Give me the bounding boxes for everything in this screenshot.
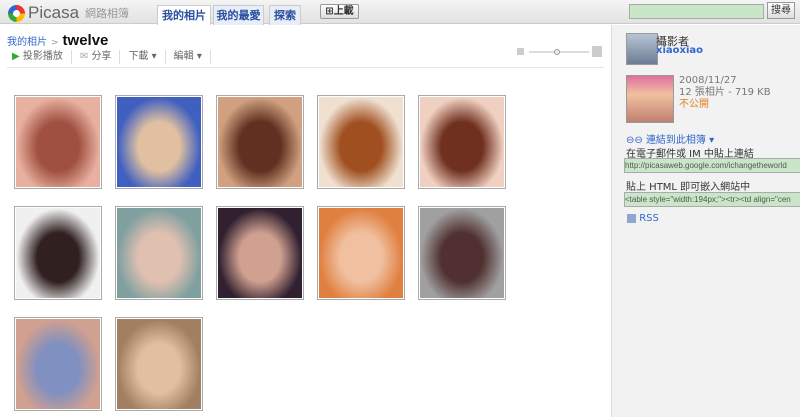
sidebar: 攝影者 xiaoxiao 2008/11/27 12 張相片 - 719 KB … <box>611 25 800 417</box>
album-cover[interactable] <box>626 75 674 123</box>
photo-count: 12 張相片 <box>679 87 725 98</box>
header: Picasa 網路相簿 我的相片 我的最愛 探索 ⊞上載 搜尋 <box>0 0 800 25</box>
avatar[interactable] <box>626 33 658 65</box>
link-to-album-menu[interactable]: ⊖⊖ 連結到此相簿 ▾ <box>626 131 714 146</box>
photo-image <box>319 97 403 187</box>
embed-html-field[interactable] <box>624 192 800 207</box>
download-menu[interactable]: 下載 ▾ <box>120 50 166 64</box>
slideshow-label: 投影播放 <box>22 51 63 62</box>
mail-icon: ✉ <box>79 51 92 62</box>
chevron-down-icon: ▾ <box>151 51 157 62</box>
photo-image <box>16 97 100 187</box>
thumbnail-size-slider[interactable] <box>517 46 602 58</box>
photo-thumbnail[interactable] <box>14 317 102 411</box>
search-input[interactable] <box>629 4 764 19</box>
photo-image <box>117 208 201 298</box>
photo-image <box>420 208 504 298</box>
album-title: twelve <box>62 32 109 49</box>
photo-thumbnail[interactable] <box>418 206 506 300</box>
breadcrumb-my-photos[interactable]: 我的相片 <box>7 33 47 48</box>
photo-thumbnail[interactable] <box>216 206 304 300</box>
photo-thumbnail[interactable] <box>115 95 203 189</box>
rss-label: RSS <box>639 213 659 224</box>
upload-label: 上載 <box>333 6 354 17</box>
photo-image <box>16 208 100 298</box>
share-label: 分享 <box>91 51 112 62</box>
breadcrumb: 我的相片 > twelve <box>7 32 108 49</box>
photo-thumbnail[interactable] <box>317 206 405 300</box>
photo-thumbnail[interactable] <box>115 317 203 411</box>
photo-image <box>16 319 100 409</box>
photo-image <box>117 319 201 409</box>
photo-image <box>420 97 504 187</box>
embed-html-label: 貼上 HTML 即可嵌入網站中 <box>626 182 751 193</box>
picasa-logo-icon <box>8 4 25 22</box>
upload-button[interactable]: ⊞上載 <box>320 4 359 19</box>
photo-thumbnail[interactable] <box>14 95 102 189</box>
photo-thumbnail[interactable] <box>115 206 203 300</box>
tab-my-photos[interactable]: 我的相片 <box>157 5 211 25</box>
privacy-status: 不公開 <box>679 99 709 110</box>
owner-link[interactable]: xiaoxiao <box>656 45 703 56</box>
album-date: 2008/11/27 <box>679 75 737 86</box>
upload-icon: ⊞ <box>325 6 334 17</box>
share-button[interactable]: ✉ 分享 <box>72 50 121 64</box>
photo-image <box>218 208 302 298</box>
edit-label: 編輯 <box>173 51 194 62</box>
chevron-down-icon: ▾ <box>196 51 202 62</box>
tab-explore[interactable]: 探索 <box>269 5 301 25</box>
large-size-icon <box>592 46 602 57</box>
photo-image <box>218 97 302 187</box>
play-icon: ▶ <box>12 51 23 62</box>
edit-menu[interactable]: 編輯 ▾ <box>166 50 211 64</box>
link-url-field[interactable] <box>624 158 800 173</box>
photo-image <box>319 208 403 298</box>
download-label: 下載 <box>128 51 149 62</box>
divider <box>7 67 604 68</box>
search-button[interactable]: 搜尋 <box>767 2 795 19</box>
album-size: - 719 KB <box>728 87 771 98</box>
photo-thumbnail[interactable] <box>418 95 506 189</box>
tab-favorites[interactable]: 我的最愛 <box>213 5 264 25</box>
slideshow-button[interactable]: ▶ 投影播放 <box>12 50 72 64</box>
album-info: 2008/11/27 12 張相片 - 719 KB 不公開 <box>679 75 771 111</box>
picasa-logo[interactable]: Picasa 網路相簿 <box>8 3 129 23</box>
small-size-icon <box>517 48 524 55</box>
brand-name: Picasa <box>28 3 80 22</box>
rss-icon <box>627 213 636 223</box>
rss-link[interactable]: RSS <box>627 213 659 224</box>
toolbar: ▶ 投影播放 ✉ 分享 下載 ▾ 編輯 ▾ <box>12 50 211 64</box>
photo-thumbnail[interactable] <box>216 95 304 189</box>
brand-subtitle: 網路相簿 <box>85 7 130 20</box>
photo-thumbnail[interactable] <box>14 206 102 300</box>
photo-image <box>117 97 201 187</box>
breadcrumb-separator: > <box>51 38 59 48</box>
slider-handle <box>554 49 560 55</box>
photo-thumbnail[interactable] <box>317 95 405 189</box>
